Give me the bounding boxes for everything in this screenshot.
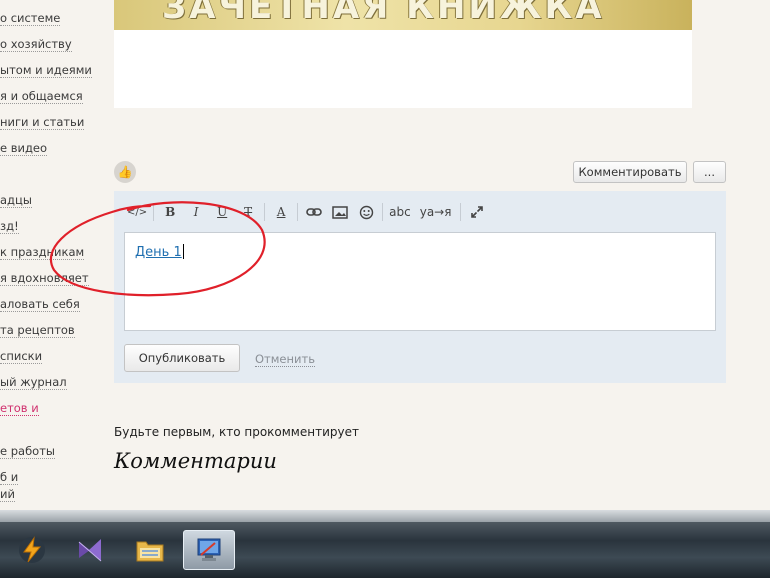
annotation-overlay <box>49 201 266 297</box>
lightning-app-icon <box>19 536 45 563</box>
taskbar-app-button-active[interactable] <box>183 530 235 570</box>
remote-desktop-icon <box>197 538 221 561</box>
empty-comments-message: Будьте первым, кто прокомментирует <box>114 425 359 439</box>
taskbar-app-button[interactable] <box>64 530 116 570</box>
red-circle-annotation <box>49 201 266 297</box>
taskbar-app-button[interactable] <box>124 530 176 570</box>
taskbar-top-edge <box>0 510 770 522</box>
file-explorer-icon <box>136 541 164 562</box>
comments-heading: Комментарии <box>114 449 277 473</box>
taskbar-app-button[interactable] <box>6 530 58 570</box>
visual-studio-icon <box>78 539 102 562</box>
